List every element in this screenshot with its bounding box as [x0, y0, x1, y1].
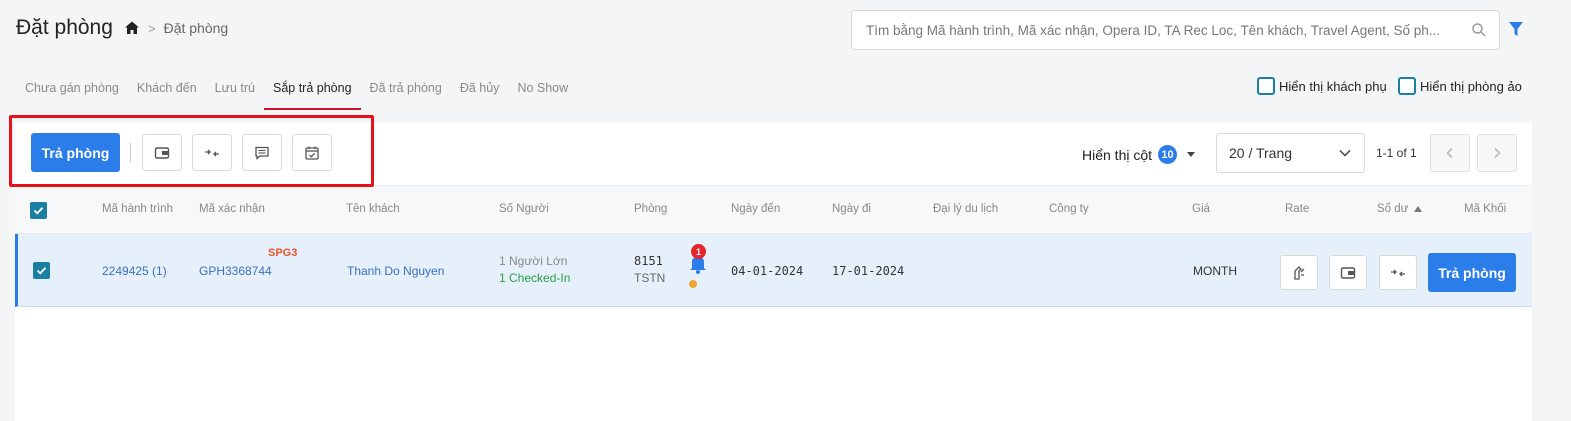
- row-wallet-button[interactable]: [1329, 255, 1367, 290]
- itinerary-link[interactable]: 2249425 (1): [102, 264, 167, 278]
- header-departure[interactable]: Ngày đi: [832, 203, 871, 215]
- arrival-date: 04-01-2024: [731, 264, 804, 278]
- tab-cancelled[interactable]: Đã hủy: [451, 70, 509, 110]
- search-input[interactable]: [866, 22, 1471, 38]
- header-arrival[interactable]: Ngày đến: [731, 203, 780, 215]
- chevron-left-icon: [1446, 147, 1453, 159]
- breadcrumb-current: Đặt phòng: [163, 20, 229, 36]
- breadcrumb: > Đặt phòng: [124, 20, 228, 36]
- home-icon[interactable]: [124, 20, 140, 36]
- show-virtual-room-option[interactable]: Hiển thị phòng ảo: [1398, 77, 1522, 95]
- table-row[interactable]: 2249425 (1) SPG3 GPH3368744 Thanh Do Ngu…: [15, 234, 1532, 307]
- select-all-checkbox[interactable]: [30, 202, 47, 219]
- tab-no-show[interactable]: No Show: [508, 70, 577, 110]
- tab-due-out[interactable]: Sắp trả phòng: [264, 70, 361, 110]
- header-balance-label: Số dư: [1377, 203, 1409, 215]
- chevron-right-icon: [1494, 147, 1501, 159]
- room-type: TSTN: [634, 271, 666, 285]
- page-size-select[interactable]: 20 / Trang: [1216, 133, 1365, 173]
- checked-in-count: 1 Checked-In: [499, 271, 571, 285]
- status-dot: [689, 280, 697, 288]
- table-header: Mã hành trình Mã xác nhận Tên khách Số N…: [15, 185, 1532, 234]
- toolbar-divider: [130, 143, 131, 163]
- pagination-info: 1-1 of 1: [1376, 146, 1417, 160]
- header-confirmation[interactable]: Mã xác nhận: [199, 203, 265, 215]
- column-display-label: Hiển thị cột: [1082, 146, 1153, 163]
- header-travel-agent[interactable]: Đại lý du lịch: [933, 203, 998, 215]
- row-key-button[interactable]: [1280, 255, 1318, 290]
- guest-name-link[interactable]: Thanh Do Nguyen: [347, 264, 444, 278]
- search-box: [851, 10, 1500, 50]
- tab-checked-out[interactable]: Đã trả phòng: [361, 70, 451, 110]
- notification-badge: 1: [691, 244, 706, 259]
- toolbar: Trả phòng Hiển thị cột 10 20 / Trang 1-1…: [15, 123, 1532, 185]
- calendar-check-icon: [305, 146, 319, 160]
- next-page-button[interactable]: [1477, 134, 1517, 172]
- column-display-toggle[interactable]: Hiển thị cột 10: [1082, 145, 1196, 164]
- header-guests[interactable]: Số Người: [499, 203, 549, 215]
- header-room[interactable]: Phòng: [634, 203, 667, 215]
- calendar-button[interactable]: [292, 134, 332, 171]
- row-transfer-button[interactable]: [1379, 255, 1417, 290]
- transfer-arrows-icon: [1391, 269, 1405, 276]
- header-company[interactable]: Công ty: [1049, 203, 1089, 215]
- chevron-down-icon: [1339, 149, 1351, 157]
- key-card-icon: [1294, 265, 1305, 280]
- caret-down-icon: [1187, 152, 1196, 157]
- page-size-value: 20 / Trang: [1229, 145, 1293, 161]
- row-checkout-button[interactable]: Trả phòng: [1428, 253, 1516, 292]
- header-block-code[interactable]: Mã Khối: [1464, 203, 1506, 215]
- adults-count: 1 Người Lớn: [499, 254, 568, 268]
- show-virtual-room-checkbox[interactable]: [1398, 77, 1416, 95]
- tab-unassigned[interactable]: Chưa gán phòng: [16, 70, 128, 110]
- room-number: 8151: [634, 254, 663, 268]
- confirmation-link[interactable]: GPH3368744: [199, 264, 272, 278]
- membership-tag: SPG3: [268, 247, 298, 259]
- wallet-icon: [1340, 266, 1356, 279]
- row-checkbox[interactable]: [33, 262, 50, 279]
- wallet-icon: [154, 146, 170, 159]
- header-guest-name[interactable]: Tên khách: [346, 203, 400, 215]
- prev-page-button[interactable]: [1430, 134, 1470, 172]
- checkout-button[interactable]: Trả phòng: [31, 133, 120, 172]
- tab-in-house[interactable]: Lưu trú: [206, 70, 264, 110]
- header-rate[interactable]: Rate: [1285, 203, 1309, 215]
- sort-up-icon: [1413, 206, 1422, 212]
- show-virtual-room-label: Hiển thị phòng ảo: [1420, 78, 1522, 94]
- show-sub-guest-checkbox[interactable]: [1257, 77, 1275, 95]
- column-count-badge: 10: [1158, 145, 1178, 164]
- filter-icon[interactable]: [1508, 20, 1524, 38]
- check-icon: [33, 207, 44, 215]
- show-sub-guest-label: Hiển thị khách phụ: [1279, 78, 1387, 94]
- transfer-button[interactable]: [192, 134, 232, 171]
- reservation-panel: Trả phòng Hiển thị cột 10 20 / Trang 1-1…: [15, 123, 1532, 421]
- tab-bar: Chưa gán phòng Khách đến Lưu trú Sắp trả…: [16, 70, 577, 110]
- search-icon[interactable]: [1471, 22, 1487, 38]
- header-price[interactable]: Giá: [1192, 203, 1210, 215]
- header-itinerary[interactable]: Mã hành trình: [102, 203, 173, 215]
- message-icon: [255, 146, 269, 160]
- breadcrumb-separator: >: [148, 20, 156, 36]
- price-value: MONTH: [1193, 264, 1237, 278]
- check-icon: [36, 267, 47, 275]
- header-balance[interactable]: Số dư: [1377, 203, 1422, 215]
- show-sub-guest-option[interactable]: Hiển thị khách phụ: [1257, 77, 1387, 95]
- transfer-arrows-icon: [205, 149, 219, 156]
- tab-arrivals[interactable]: Khách đến: [128, 70, 206, 110]
- departure-date: 17-01-2024: [832, 264, 905, 278]
- page-title: Đặt phòng: [16, 16, 113, 39]
- message-button[interactable]: [242, 134, 282, 171]
- wallet-button[interactable]: [142, 134, 182, 171]
